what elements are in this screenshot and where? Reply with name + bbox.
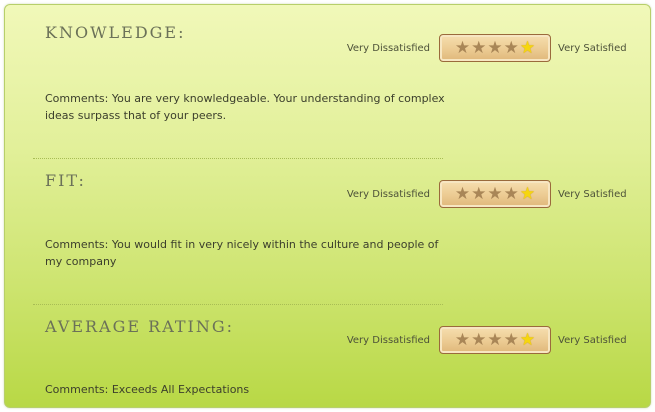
rating-row: Very Dissatisfied ★ ★ ★ ★ ★ Very Satisfi… [5, 180, 650, 210]
rating-max-label: Very Satisfied [558, 189, 627, 200]
star-icon[interactable]: ★ [455, 331, 470, 349]
rating-min-label: Very Dissatisfied [346, 189, 430, 200]
star-icon[interactable]: ★ [520, 185, 535, 203]
rating-row: Very Dissatisfied ★ ★ ★ ★ ★ Very Satisfi… [5, 326, 650, 356]
star-icon[interactable]: ★ [471, 331, 486, 349]
rating-max-label: Very Satisfied [558, 335, 627, 346]
star-icon[interactable]: ★ [487, 185, 502, 203]
star-icon[interactable]: ★ [455, 39, 470, 57]
star-icon[interactable]: ★ [471, 185, 486, 203]
comment-text: Comments: You would fit in very nicely w… [45, 238, 439, 268]
star-icon[interactable]: ★ [504, 185, 519, 203]
section-divider [33, 158, 443, 159]
star-rating[interactable]: ★ ★ ★ ★ ★ [439, 34, 551, 62]
rating-max-label: Very Satisfied [558, 43, 627, 54]
star-icon[interactable]: ★ [455, 185, 470, 203]
section-divider [33, 304, 443, 305]
star-icon[interactable]: ★ [471, 39, 486, 57]
star-icon[interactable]: ★ [504, 331, 519, 349]
star-icon[interactable]: ★ [487, 331, 502, 349]
star-rating[interactable]: ★ ★ ★ ★ ★ [439, 180, 551, 208]
star-icon[interactable]: ★ [504, 39, 519, 57]
star-icon[interactable]: ★ [487, 39, 502, 57]
rating-panel: KNOWLEDGE: Very Dissatisfied ★ ★ ★ ★ ★ V… [4, 4, 651, 408]
star-icon[interactable]: ★ [520, 39, 535, 57]
star-rating[interactable]: ★ ★ ★ ★ ★ [439, 326, 551, 354]
star-icon[interactable]: ★ [520, 331, 535, 349]
comment-text: Comments: You are very knowledgeable. Yo… [45, 92, 445, 122]
rating-min-label: Very Dissatisfied [346, 335, 430, 346]
rating-min-label: Very Dissatisfied [346, 43, 430, 54]
comment-text: Comments: Exceeds All Expectations [45, 383, 250, 396]
rating-row: Very Dissatisfied ★ ★ ★ ★ ★ Very Satisfi… [5, 34, 650, 64]
